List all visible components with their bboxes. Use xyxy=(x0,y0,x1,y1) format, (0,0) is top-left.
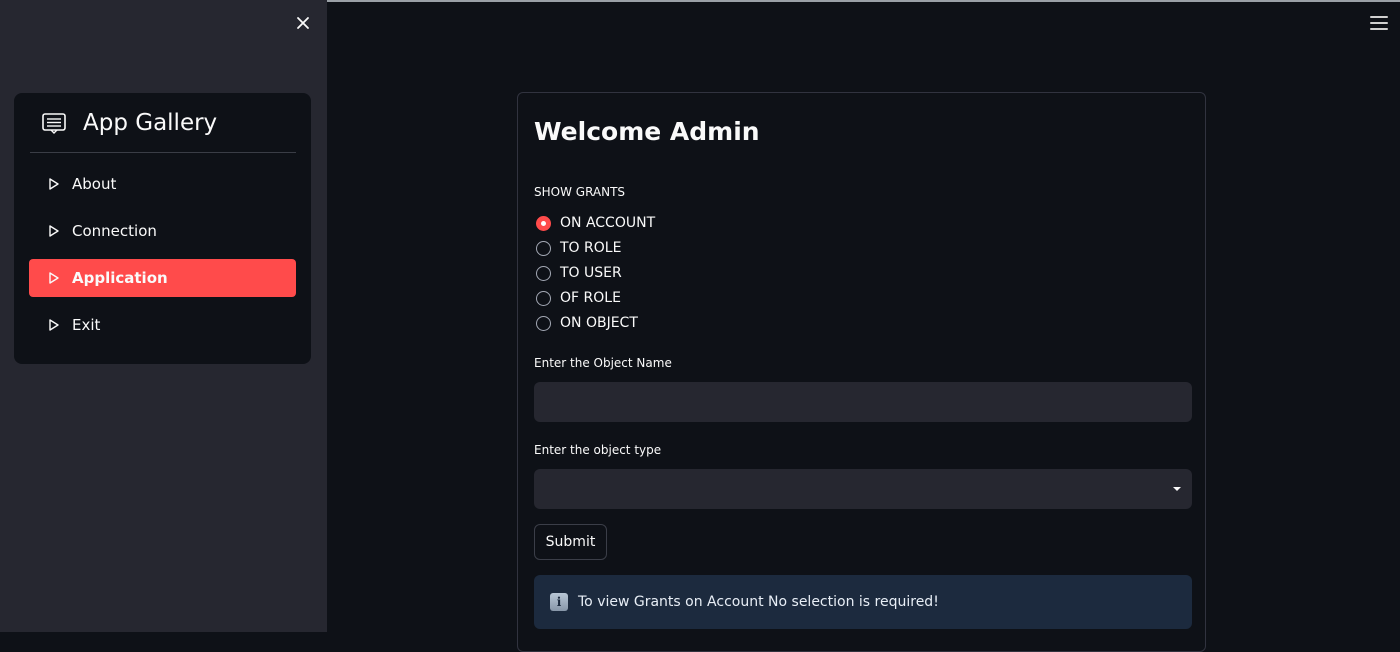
page-title: Welcome Admin xyxy=(534,117,760,146)
menu-item-about[interactable]: About xyxy=(29,165,296,203)
radio-on-account[interactable]: ON ACCOUNT xyxy=(536,215,655,231)
radio-to-user[interactable]: TO USER xyxy=(536,265,622,281)
menu-item-label: Exit xyxy=(72,316,101,334)
info-alert: To view Grants on Account No selection i… xyxy=(534,575,1192,629)
app-menu: App Gallery About Connection Application… xyxy=(14,93,311,364)
radio-label: TO ROLE xyxy=(560,240,622,256)
play-triangle-icon xyxy=(49,319,59,331)
radio-on-object[interactable]: ON OBJECT xyxy=(536,315,638,331)
submit-button[interactable]: Submit xyxy=(534,524,607,560)
object-type-label: Enter the object type xyxy=(534,443,662,457)
close-sidebar-button[interactable] xyxy=(292,12,314,34)
object-name-label: Enter the Object Name xyxy=(534,356,672,370)
menu-header: App Gallery xyxy=(30,93,296,153)
play-triangle-icon xyxy=(49,272,59,284)
top-decoration-line xyxy=(327,0,1400,2)
hamburger-menu-icon xyxy=(1370,16,1388,30)
main-menu-button[interactable] xyxy=(1370,16,1388,32)
menu-item-label: Application xyxy=(72,269,168,287)
app-title: App Gallery xyxy=(83,109,218,136)
radio-of-role[interactable]: OF ROLE xyxy=(536,290,621,306)
menu-item-connection[interactable]: Connection xyxy=(29,212,296,250)
radio-button[interactable] xyxy=(536,240,551,256)
radio-button[interactable] xyxy=(536,215,551,231)
object-name-input[interactable] xyxy=(534,382,1192,422)
menu-item-exit[interactable]: Exit xyxy=(29,306,296,344)
radio-label: OF ROLE xyxy=(560,290,621,306)
play-triangle-icon xyxy=(49,178,59,190)
radio-button[interactable] xyxy=(536,290,551,306)
grants-form: Welcome Admin SHOW GRANTS ON ACCOUNT TO … xyxy=(517,92,1206,652)
radio-to-role[interactable]: TO ROLE xyxy=(536,240,621,256)
play-triangle-icon xyxy=(49,225,59,237)
info-message: To view Grants on Account No selection i… xyxy=(578,594,939,610)
radio-button[interactable] xyxy=(536,265,551,281)
close-icon xyxy=(297,17,309,29)
app-gallery-icon xyxy=(42,112,66,134)
sidebar: App Gallery About Connection Application… xyxy=(0,0,327,632)
radio-button[interactable] xyxy=(536,315,551,331)
menu-item-label: Connection xyxy=(72,222,157,240)
menu-item-application[interactable]: Application xyxy=(29,259,296,297)
object-type-select[interactable] xyxy=(534,469,1192,509)
radio-label: ON ACCOUNT xyxy=(560,215,656,231)
radio-label: TO USER xyxy=(560,265,622,281)
radio-label: ON OBJECT xyxy=(560,315,638,331)
chevron-down-icon xyxy=(1173,487,1181,491)
menu-item-label: About xyxy=(72,175,117,193)
info-icon xyxy=(550,593,568,611)
show-grants-label: SHOW GRANTS xyxy=(534,185,626,199)
